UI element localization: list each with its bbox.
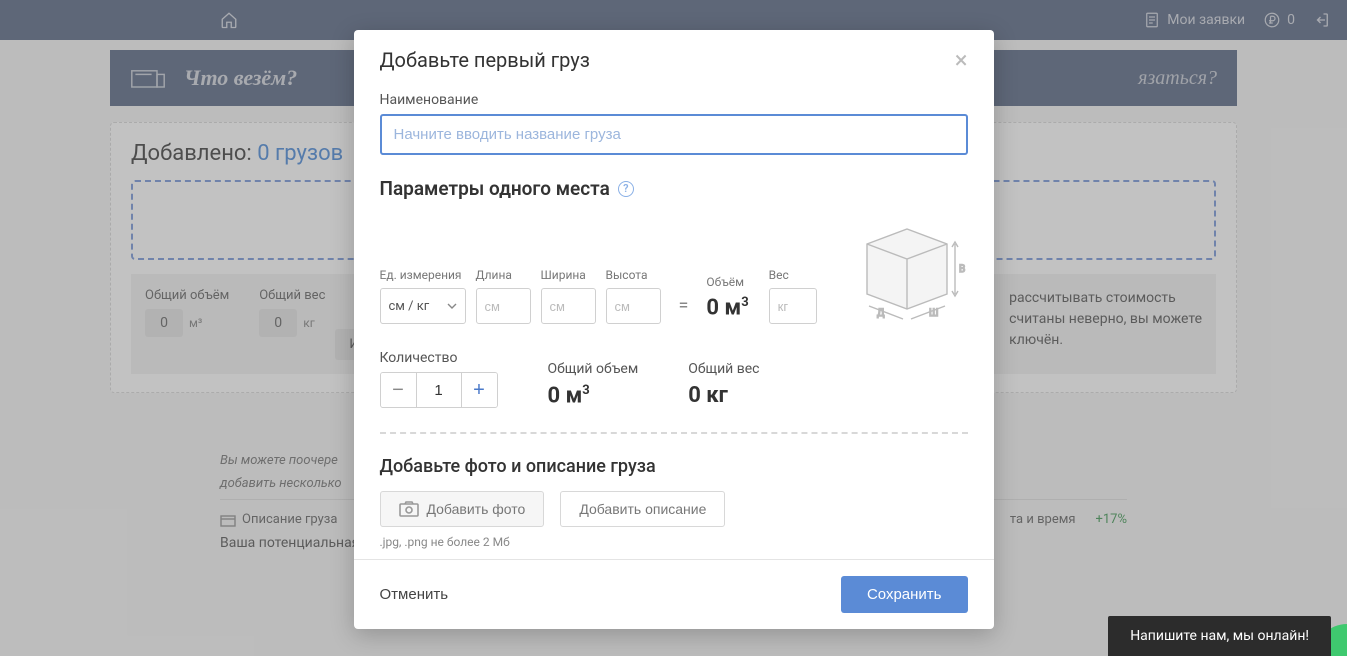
params-section-title: Параметры одного места ? xyxy=(380,177,968,200)
name-label: Наименование xyxy=(380,92,968,108)
unit-select[interactable]: см / кг xyxy=(380,288,466,324)
qty-input[interactable] xyxy=(417,373,461,407)
volume-label: Объём xyxy=(706,275,748,289)
cube-diagram: В Д Ш xyxy=(847,214,967,324)
help-icon[interactable]: ? xyxy=(618,181,634,197)
cube-h-label: В xyxy=(959,264,965,275)
photo-hint: .jpg, .png не более 2 Мб xyxy=(380,535,968,549)
chat-widget[interactable]: Напишите нам, мы онлайн! xyxy=(1108,616,1331,656)
qty-minus-button[interactable]: − xyxy=(381,373,417,407)
add-description-button[interactable]: Добавить описание xyxy=(560,491,725,527)
qty-label: Количество xyxy=(380,350,498,366)
weight-label: Вес xyxy=(769,268,817,282)
volume-result: 0 м3 xyxy=(706,295,748,324)
total-vol-label: Общий объем xyxy=(548,361,639,377)
width-input[interactable] xyxy=(541,288,596,324)
modal-title: Добавьте первый груз xyxy=(380,48,590,72)
close-icon[interactable]: × xyxy=(955,48,968,72)
cargo-name-input[interactable] xyxy=(380,114,968,155)
save-button[interactable]: Сохранить xyxy=(841,576,968,613)
add-cargo-modal: Добавьте первый груз × Наименование Пара… xyxy=(354,30,994,629)
height-input[interactable] xyxy=(606,288,661,324)
chat-label: Напишите нам, мы онлайн! xyxy=(1130,628,1309,644)
camera-icon xyxy=(399,501,419,517)
unit-label: Ед. измерения xyxy=(380,268,466,282)
length-label: Длина xyxy=(476,268,531,282)
width-label: Ширина xyxy=(541,268,596,282)
quantity-stepper: − + xyxy=(380,372,498,408)
length-input[interactable] xyxy=(476,288,531,324)
divider xyxy=(380,432,968,434)
total-weight-value: 0 кг xyxy=(688,383,759,408)
photo-section-title: Добавьте фото и описание груза xyxy=(380,456,968,477)
total-vol-value: 0 м3 xyxy=(548,383,639,408)
height-label: Высота xyxy=(606,268,661,282)
equals-sign: = xyxy=(671,295,697,324)
chevron-down-icon xyxy=(447,303,457,309)
weight-input[interactable] xyxy=(769,288,817,324)
add-photo-button[interactable]: Добавить фото xyxy=(380,491,545,527)
cancel-button[interactable]: Отменить xyxy=(380,586,449,603)
total-weight-label: Общий вес xyxy=(688,361,759,377)
qty-plus-button[interactable]: + xyxy=(461,373,497,407)
